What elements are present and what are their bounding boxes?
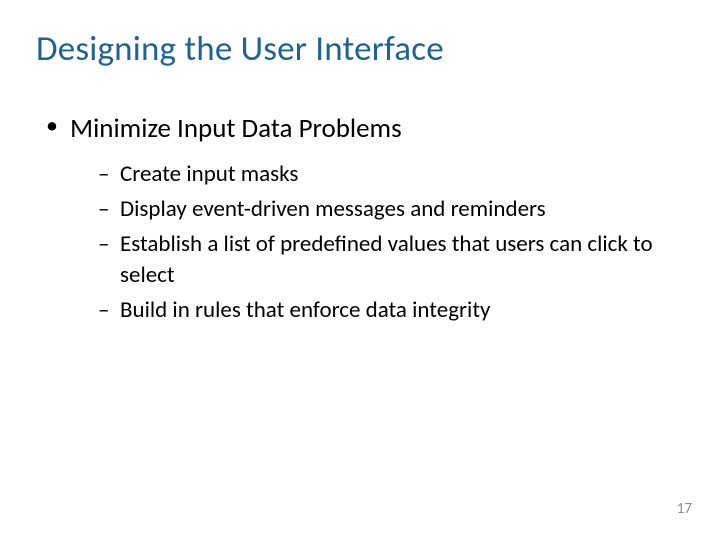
list-item: Minimize Input Data Problems Create inpu…: [46, 112, 684, 326]
bullet-text: Establish a list of predefined values th…: [120, 230, 653, 289]
bullet-list-level1: Minimize Input Data Problems Create inpu…: [36, 112, 684, 326]
bullet-text: Minimize Input Data Problems: [70, 112, 402, 145]
list-item: Build in rules that enforce data integri…: [98, 295, 684, 326]
bullet-list-level2: Create input masks Display event-driven …: [70, 159, 684, 326]
list-item: Establish a list of predefined values th…: [98, 229, 684, 291]
list-item: Create input masks: [98, 159, 684, 190]
bullet-text: Create input masks: [120, 160, 298, 188]
bullet-text: Build in rules that enforce data integri…: [120, 296, 490, 324]
list-item: Display event-driven messages and remind…: [98, 194, 684, 225]
slide: Designing the User Interface Minimize In…: [0, 0, 720, 540]
page-number: 17: [677, 500, 692, 518]
slide-title: Designing the User Interface: [36, 28, 684, 70]
bullet-text: Display event-driven messages and remind…: [120, 195, 546, 223]
